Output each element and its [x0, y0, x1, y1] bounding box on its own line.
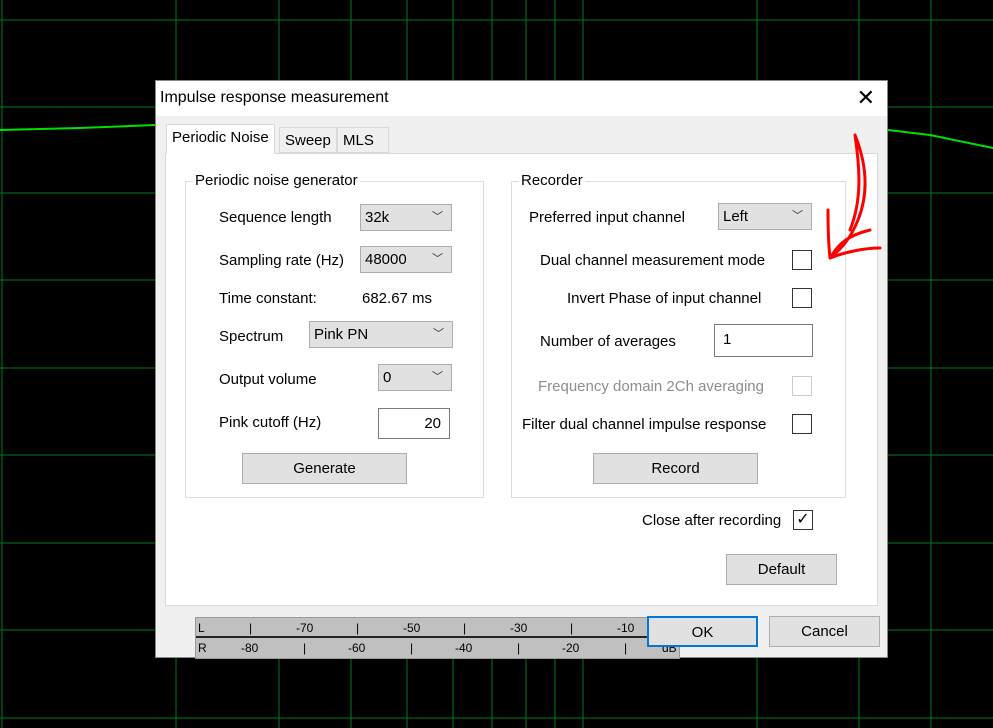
- cancel-button[interactable]: Cancel: [769, 616, 880, 647]
- impulse-response-dialog: Impulse response measurement ✕ Periodic …: [155, 80, 888, 659]
- averages-label: Number of averages: [540, 333, 676, 350]
- default-button[interactable]: Default: [726, 554, 837, 585]
- chevron-down-icon: ﹀: [432, 371, 443, 383]
- time-constant-value: 682.67 ms: [362, 290, 433, 307]
- output-volume-select[interactable]: 0 ﹀: [378, 364, 452, 391]
- sampling-rate-label: Sampling rate (Hz): [219, 252, 345, 269]
- sampling-rate-select[interactable]: 48000 ﹀: [360, 246, 452, 273]
- freq-avg-label: Frequency domain 2Ch averaging: [538, 378, 764, 395]
- sampling-rate-value: 48000: [365, 251, 407, 268]
- sequence-length-value: 32k: [365, 209, 390, 226]
- chevron-down-icon: ﹀: [792, 210, 803, 222]
- meter-tick: -80: [241, 641, 259, 655]
- title-bar: Impulse response measurement ✕: [156, 81, 887, 116]
- response-curve: [0, 124, 156, 131]
- filter-checkbox[interactable]: [792, 414, 812, 434]
- recorder-group: Recorder Preferred input channel Left ﹀ D…: [511, 172, 846, 498]
- freq-avg-checkbox: [792, 376, 812, 396]
- meter-tick: -60: [348, 641, 366, 655]
- record-button[interactable]: Record: [593, 453, 758, 484]
- preferred-input-value: Left: [723, 208, 749, 225]
- chevron-down-icon: ﹀: [432, 211, 443, 223]
- dual-channel-label: Dual channel measurement mode: [540, 252, 766, 269]
- level-meter: L |-70 |-50 |-30 |-10 dB R -80| -60| -40…: [195, 617, 680, 659]
- pink-cutoff-label: Pink cutoff (Hz): [219, 414, 322, 431]
- preferred-input-select[interactable]: Left ﹀: [718, 203, 812, 230]
- generate-button[interactable]: Generate: [242, 453, 407, 484]
- meter-right-label: R: [198, 641, 207, 655]
- output-volume-value: 0: [383, 369, 392, 386]
- preferred-input-label: Preferred input channel: [529, 209, 685, 226]
- spectrum-value: Pink PN: [314, 326, 369, 343]
- recorder-title: Recorder: [519, 172, 585, 189]
- generator-group: Periodic noise generator Sequence length…: [185, 172, 484, 498]
- tab-periodic-noise[interactable]: Periodic Noise: [166, 124, 275, 154]
- filter-label: Filter dual channel impulse response: [522, 416, 767, 433]
- tab-panel: Periodic noise generator Sequence length…: [165, 153, 878, 659]
- meter-row-left: L |-70 |-50 |-30 |-10 dB: [196, 618, 679, 638]
- meter-tick: -40: [455, 641, 473, 655]
- meter-tick: -10: [617, 621, 635, 635]
- output-volume-label: Output volume: [219, 371, 317, 388]
- invert-phase-label: Invert Phase of input channel: [567, 290, 762, 307]
- meter-row-right: R -80 | -60 | -40 | -20 | dB: [198, 641, 677, 655]
- invert-phase-checkbox[interactable]: [792, 288, 812, 308]
- meter-tick: -30: [510, 621, 528, 635]
- generator-title: Periodic noise generator: [193, 172, 360, 189]
- tab-sweep[interactable]: Sweep: [279, 127, 337, 153]
- check-icon: ✓: [796, 511, 810, 528]
- response-curve-right: [887, 129, 993, 149]
- averages-input[interactable]: 1: [714, 324, 813, 357]
- spectrum-label: Spectrum: [219, 328, 284, 345]
- meter-tick: -20: [562, 641, 580, 655]
- ok-button[interactable]: OK: [647, 616, 758, 647]
- time-constant-label: Time constant:: [219, 290, 317, 307]
- spectrum-select[interactable]: Pink PN ﹀: [309, 321, 453, 348]
- dual-channel-checkbox[interactable]: [792, 250, 812, 270]
- dialog-title: Impulse response measurement: [160, 89, 389, 106]
- sequence-length-select[interactable]: 32k ﹀: [360, 204, 452, 231]
- red-arrow-annotation: [826, 133, 882, 260]
- chevron-down-icon: ﹀: [432, 253, 443, 265]
- tab-mls[interactable]: MLS: [337, 127, 389, 153]
- meter-left-label: L: [198, 621, 205, 635]
- pink-cutoff-input[interactable]: 20: [378, 408, 450, 439]
- meter-tick: -70: [296, 621, 314, 635]
- meter-tick: -50: [403, 621, 421, 635]
- close-after-label: Close after recording: [642, 512, 782, 529]
- close-icon[interactable]: ✕: [857, 85, 875, 111]
- chevron-down-icon: ﹀: [433, 328, 444, 340]
- sequence-length-label: Sequence length: [219, 209, 332, 226]
- close-after-checkbox[interactable]: ✓: [793, 510, 813, 530]
